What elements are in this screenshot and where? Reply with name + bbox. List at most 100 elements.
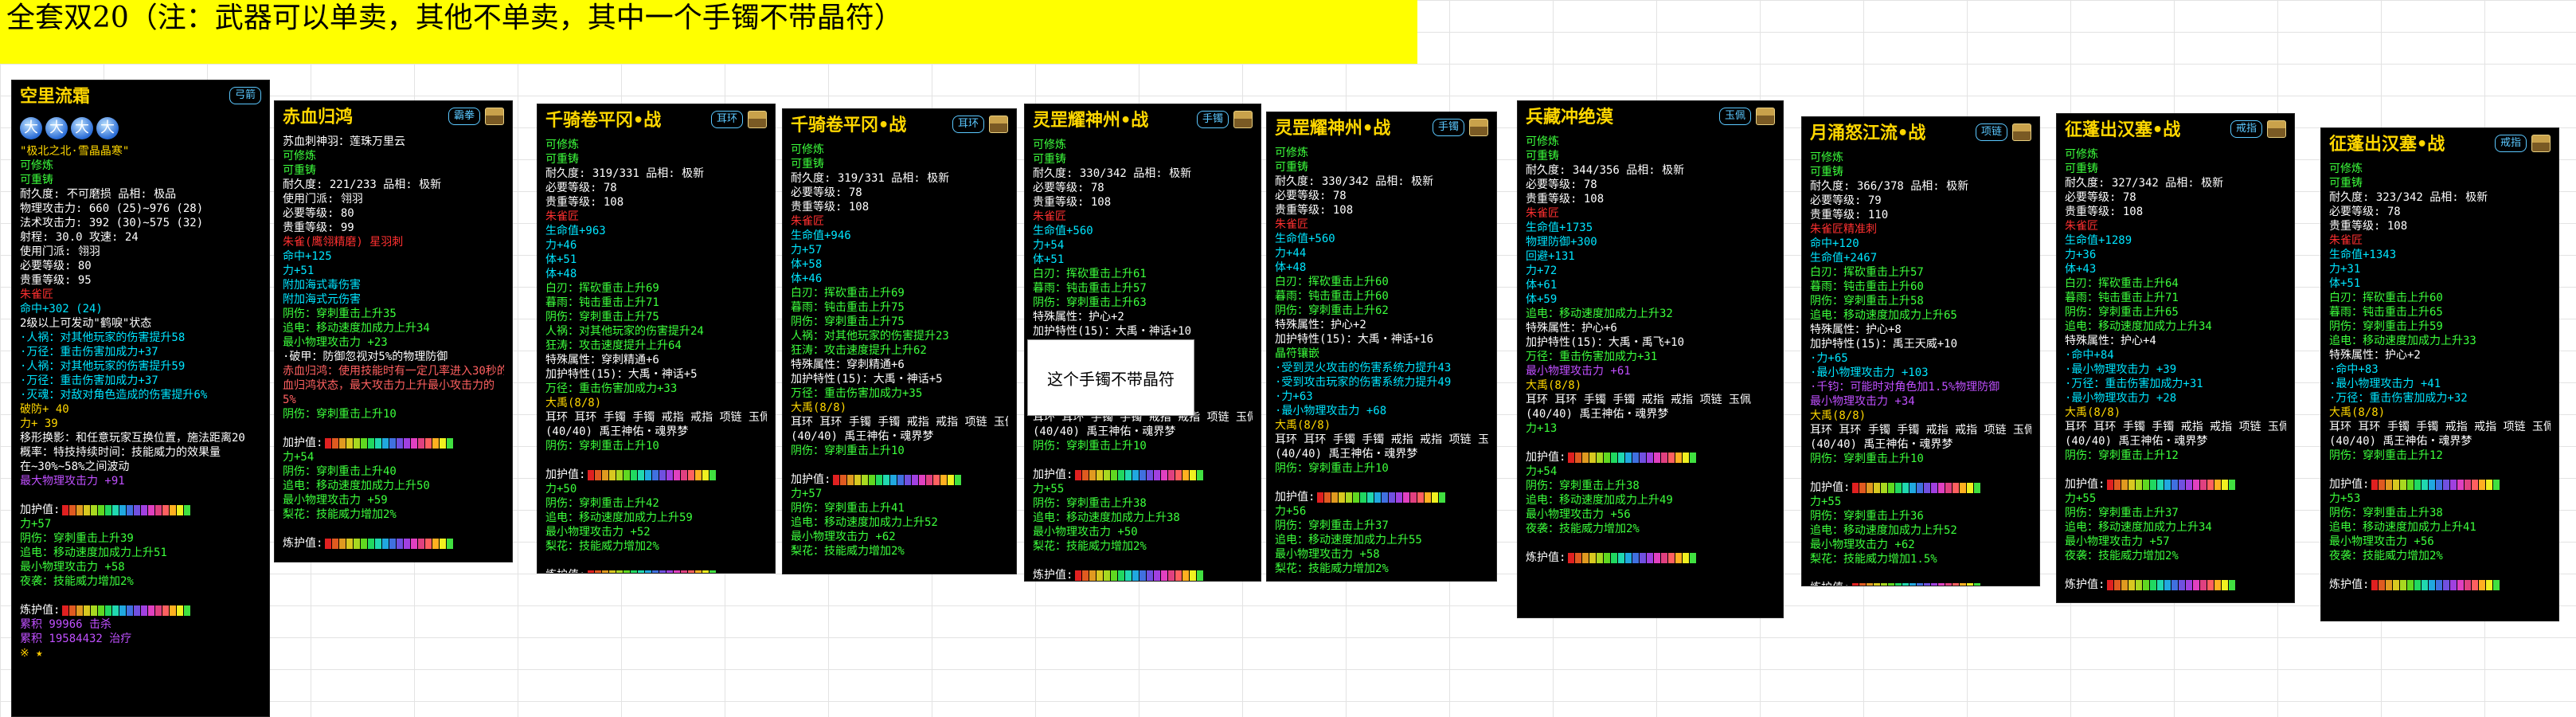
chest-icon <box>1469 119 1488 136</box>
item-attribute-line: 回避+131 <box>1526 250 1575 263</box>
item-attribute-line: 可重铸 <box>1526 150 1559 163</box>
item-card[interactable]: 灵罡耀神州•战 手镯 可修炼 可重铸 耐久度: 330/342 品相: 极新 必要等级: … <box>1266 112 1497 582</box>
item-attribute-line: 夜袭：技能威力增加2% <box>2065 550 2179 562</box>
bar-segment <box>2443 479 2450 490</box>
bar-segment <box>1382 492 1389 503</box>
bar-segment <box>602 469 609 480</box>
item-attribute-line: 2级以上可发动"鹤唳"状态 <box>20 317 152 330</box>
bar-segment <box>588 469 595 480</box>
bar-segment <box>638 570 645 573</box>
bar-segment <box>1089 570 1096 581</box>
item-attribute-line: 大禹(8/8) <box>2065 406 2121 419</box>
item-attribute-line: 命中+120 <box>1810 237 1859 250</box>
bar-segment <box>1640 452 1647 463</box>
bar-segment <box>325 437 332 449</box>
item-type-badge: 弓箭 <box>229 87 261 104</box>
item-attribute-line: 力+ 39 <box>20 417 58 430</box>
item-attribute-line: ·万径：重击伤害加成力+31 <box>2065 378 2203 390</box>
item-card[interactable]: 千骑卷平冈•战 耳环 可修炼 可重铸 耐久度: 319/331 品相: 极新 必要等级: … <box>782 108 1017 574</box>
bar-segment <box>148 504 155 515</box>
chest-icon <box>1233 111 1253 128</box>
bar-segment <box>1089 469 1096 480</box>
bar-segment <box>127 504 134 515</box>
bar-segment <box>2465 479 2472 490</box>
bar-segment <box>876 474 883 485</box>
bar-segment <box>1917 582 1924 586</box>
card-header-right: 玉佩 <box>1718 108 1775 125</box>
bar-segment <box>905 474 912 485</box>
item-card[interactable]: 赤血归鸿 霸拳 苏血刺神羽：莲珠万里云 可修炼 可重铸 耐久度: 221/233 品相: … <box>274 100 513 562</box>
item-attribute-line: "极北之北·雪晶晶寒" <box>20 145 130 158</box>
bar-segment <box>177 504 184 515</box>
item-type-badge: 戒指 <box>2494 135 2527 152</box>
bar-segment <box>76 605 84 616</box>
bar-segment <box>69 504 76 515</box>
item-attribute-line: ·受到攻击玩家的伤害系统力提升49 <box>1275 376 1452 389</box>
protection-bar: 加护值: <box>2065 477 2286 492</box>
item-attribute-line: 生命值+1343 <box>2329 249 2397 261</box>
item-attribute-line: 可重铸 <box>2329 177 2363 190</box>
card-header-right: 戒指 <box>2494 135 2551 152</box>
bar-segment <box>1931 582 1938 586</box>
protection-bar-label: 炼护值: <box>20 604 61 617</box>
item-attribute-line <box>1275 476 1488 490</box>
bar-segment <box>2429 479 2436 490</box>
bar-segment <box>1611 552 1618 563</box>
item-card[interactable]: 征蓬出汉塞•战 戒指 可修炼 可重铸 耐久度: 327/342 品相: 极新 必要等级: … <box>2056 113 2295 603</box>
bar-segment <box>1675 452 1683 463</box>
bar-segment <box>1597 552 1604 563</box>
item-card[interactable]: 空里流霜 弓箭大大大大 "极北之北·雪晶晶寒" 可修炼 可重铸 耐久度: 不可磨损 品相:… <box>11 80 270 717</box>
bar-segment <box>2472 479 2479 490</box>
item-attribute-line: 阴伤：穿刺重击上升35 <box>283 308 397 320</box>
card-header: 兵藏冲绝漠 玉佩 <box>1526 108 1775 135</box>
item-attribute-line: 最小物理攻击力 +58 <box>1275 548 1380 561</box>
bar-segment <box>602 570 609 573</box>
bar-segment <box>1111 469 1118 480</box>
item-attribute-line: 特殊属性：穿刺精通+6 <box>791 358 905 371</box>
item-card[interactable]: 征蓬出汉塞•战 戒指 可修炼 可重铸 耐久度: 323/342 品相: 极新 必要等级: … <box>2320 127 2559 621</box>
bar-segment <box>361 437 368 449</box>
protection-bar-label: 加护值: <box>2329 478 2370 491</box>
bar-segment <box>2121 479 2128 490</box>
item-card[interactable]: 千骑卷平冈•战 耳环 可修炼 可重铸 耐久度: 319/331 品相: 极新 必要等级: … <box>537 104 776 574</box>
bar-segment <box>119 605 127 616</box>
bar-segment <box>332 437 339 449</box>
bar-segment <box>2143 579 2150 590</box>
item-attribute-line: ·最小物理攻击力 +68 <box>1275 405 1387 417</box>
protection-bar: 炼护值: <box>1033 568 1253 581</box>
bar-segment <box>1154 570 1161 581</box>
bar-segment <box>645 469 652 480</box>
bar-segment <box>1867 582 1874 586</box>
item-attribute-line: ·最小物理攻击力 +39 <box>2065 363 2177 376</box>
bar-segment <box>2486 479 2493 490</box>
bar-segment <box>1568 552 1575 563</box>
bar-segment <box>2400 479 2407 490</box>
bar-segment <box>2157 479 2164 490</box>
bar-segment <box>148 605 155 616</box>
bar-segment <box>2450 479 2457 490</box>
item-attribute-line <box>20 488 261 503</box>
item-attribute-line <box>1275 576 1488 581</box>
item-attribute-line: 命中+302 (24) <box>20 303 103 315</box>
bar-segment <box>447 538 454 549</box>
item-attribute-line: 阴伤：穿刺重击上升10 <box>1033 440 1147 453</box>
bar-segment <box>1910 482 1917 493</box>
item-attribute-line: 狂涛：攻击速度提升上升64 <box>545 339 682 352</box>
item-attribute-line: 移形换影：和任意玩家互换位置，施法距离20 <box>20 432 245 445</box>
item-attribute-line: 力+50 <box>545 483 577 496</box>
bar-segment <box>1132 469 1139 480</box>
protection-bar: 加护值: <box>1275 490 1488 504</box>
bar-segment <box>1104 469 1111 480</box>
item-attribute-line: 可重铸 <box>545 153 579 166</box>
bar-segment <box>1182 570 1190 581</box>
card-header-right: 手镯 <box>1432 119 1488 136</box>
item-card[interactable]: 月涌怒江流•战 项链 可修炼 可重铸 耐久度: 366/378 品相: 极新 必要等级: … <box>1801 116 2040 586</box>
bar-segment <box>1582 452 1589 463</box>
item-attribute-line: 耐久度: 344/356 品相: 极新 <box>1526 164 1685 177</box>
item-attribute-line: 最小物理攻击力 +58 <box>20 561 125 574</box>
item-attribute-line: 贵重等级: 108 <box>791 201 870 214</box>
item-card[interactable]: 兵藏冲绝漠 玉佩 可修炼 可重铸 耐久度: 344/356 品相: 极新 必要等级: 78… <box>1517 100 1784 618</box>
protection-bar: 加护值: <box>1033 468 1253 482</box>
bar-segment <box>681 570 688 573</box>
bar-segment <box>609 570 616 573</box>
